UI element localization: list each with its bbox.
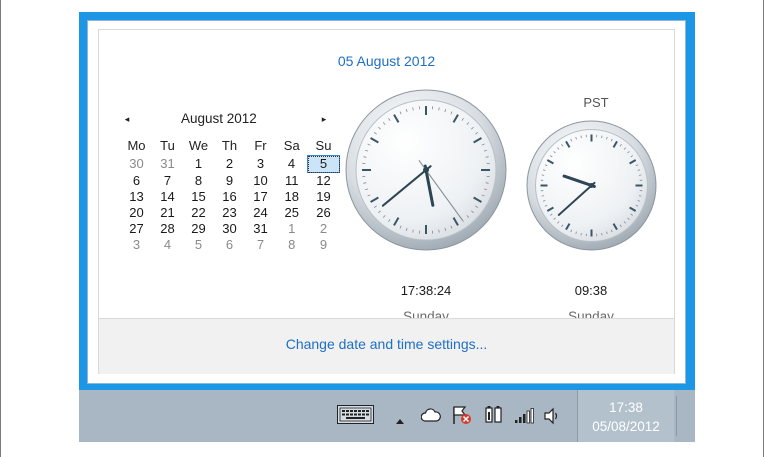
next-month-icon[interactable]: ▸	[318, 112, 330, 126]
local-analog-clock	[345, 89, 507, 251]
calendar-day[interactable]: 22	[183, 205, 214, 221]
calendar-day[interactable]: 27	[121, 221, 152, 237]
current-date-header[interactable]: 05 August 2012	[99, 53, 674, 69]
second-analog-clock	[526, 120, 657, 251]
cloud-icon[interactable]	[421, 405, 441, 427]
keyboard-icon[interactable]	[337, 405, 374, 424]
weekday-label: Fr	[254, 138, 267, 154]
calendar-day[interactable]: 25	[276, 205, 308, 221]
calendar-grid: Mo Tu We Th Fr Sa Su 30 31 1 2 3 4 5 6 7 8 9 10 11 12 13 14 15…	[121, 137, 340, 253]
calendar-day[interactable]: 20	[121, 205, 152, 221]
minute-tick	[601, 135, 603, 139]
flyout-panel: 05 August 2012 ◂ August 2012 ▸ Mo Tu We Th F…	[98, 29, 675, 374]
minute-tick	[541, 174, 545, 176]
calendar-day[interactable]: 11	[276, 173, 308, 190]
calendar-day[interactable]: 9	[308, 237, 340, 253]
calendar-day[interactable]: 23	[214, 205, 245, 221]
minute-tick	[580, 232, 582, 236]
weekday-label: We	[188, 138, 209, 154]
weekday-label: Mo	[127, 138, 146, 154]
calendar-day[interactable]: 9	[214, 173, 245, 190]
calendar-day[interactable]: 26	[308, 205, 340, 221]
taskbar-clock[interactable]: 17:38 05/08/2012	[577, 390, 674, 442]
weekday-label: Sa	[283, 138, 300, 154]
volume-icon[interactable]	[543, 405, 561, 427]
calendar-day[interactable]: 2	[214, 156, 245, 173]
calendar-day[interactable]: 13	[121, 189, 152, 205]
taskbar-time: 17:38	[609, 400, 643, 415]
minute-tick	[580, 135, 582, 139]
calendar-day[interactable]: 4	[152, 237, 183, 253]
calendar-day[interactable]: 18	[276, 189, 308, 205]
minute-tick	[638, 195, 642, 197]
calendar-day[interactable]: 7	[152, 173, 183, 190]
second-clock-time: 09:38	[574, 283, 608, 298]
show-hidden-icons-icon[interactable]	[395, 410, 405, 432]
calendar-day[interactable]: 3	[121, 237, 152, 253]
weekday-label: Th	[221, 138, 238, 154]
action-center-flag-icon[interactable]	[451, 404, 473, 426]
calendar-day[interactable]: 31	[245, 221, 276, 237]
calendar-day[interactable]: 17	[245, 189, 276, 205]
weekday-label: Tu	[160, 138, 175, 154]
month-title[interactable]: August 2012	[181, 111, 257, 126]
calendar-day[interactable]: 4	[276, 156, 308, 173]
calendar-day[interactable]: 15	[183, 189, 214, 205]
calendar-week-row: 20 21 22 23 24 25 26	[121, 205, 340, 221]
calendar-day[interactable]: 21	[152, 205, 183, 221]
date-time-flyout: 05 August 2012 ◂ August 2012 ▸ Mo Tu We Th F…	[87, 20, 686, 384]
calendar-day[interactable]: 8	[183, 173, 214, 190]
calendar-day[interactable]: 1	[183, 156, 214, 173]
calendar-day[interactable]: 30	[121, 156, 152, 173]
calendar-day[interactable]: 8	[276, 237, 308, 253]
calendar-day[interactable]: 24	[245, 205, 276, 221]
calendar-week-row: 27 28 29 30 31 1 2	[121, 221, 340, 237]
calendar-week-row: 13 14 15 16 17 18 19	[121, 189, 340, 205]
calendar-day[interactable]: 6	[214, 237, 245, 253]
calendar-day[interactable]: 14	[152, 189, 183, 205]
minute-tick	[638, 174, 642, 176]
minute-tick	[601, 232, 603, 236]
window-border-left	[0, 0, 1, 457]
taskbar: 17:38 05/08/2012	[79, 390, 695, 442]
show-desktop-button[interactable]	[676, 396, 677, 436]
calendar-day[interactable]: 1	[276, 221, 308, 237]
calendar-day[interactable]: 5	[183, 237, 214, 253]
calendar-day[interactable]: 3	[245, 156, 276, 173]
calendar-day[interactable]: 16	[214, 189, 245, 205]
calendar-week-row: 6 7 8 9 10 11 12	[121, 173, 340, 190]
calendar-day[interactable]: 29	[183, 221, 214, 237]
calendar-day[interactable]: 2	[308, 221, 340, 237]
weekday-header-row: Mo Tu We Th Fr Sa Su	[121, 137, 340, 156]
calendar-day[interactable]: 6	[121, 173, 152, 190]
power-icon[interactable]	[484, 403, 504, 425]
calendar-week-row: 3456789	[121, 237, 340, 253]
calendar-day[interactable]: 10	[245, 173, 276, 190]
calendar-day[interactable]: 19	[308, 189, 340, 205]
calendar-day[interactable]: 12	[308, 173, 340, 190]
local-clock-time: 17:38:24	[400, 283, 452, 298]
calendar-day[interactable]: 31	[152, 156, 183, 173]
weekday-label: Su	[315, 138, 332, 153]
calendar-nav: ◂ August 2012 ▸	[121, 111, 341, 129]
second-clock-label: PST	[583, 95, 609, 110]
calendar-day[interactable]: 30	[214, 221, 245, 237]
previous-month-icon[interactable]: ◂	[121, 112, 133, 126]
change-date-time-settings-link[interactable]: Change date and time settings...	[99, 336, 674, 352]
minute-tick	[541, 195, 545, 197]
taskbar-date: 05/08/2012	[592, 419, 660, 434]
calendar: ◂ August 2012 ▸ Mo Tu We Th Fr Sa Su 30 31 1 2 3 4 5…	[121, 111, 341, 253]
network-signal-icon[interactable]	[514, 405, 534, 427]
calendar-day-today[interactable]: 5	[307, 155, 340, 173]
calendar-week-row: 30 31 1 2 3 4 5	[121, 155, 340, 173]
calendar-day[interactable]: 7	[245, 237, 276, 253]
flyout-footer: Change date and time settings...	[99, 319, 674, 374]
calendar-day[interactable]: 28	[152, 221, 183, 237]
